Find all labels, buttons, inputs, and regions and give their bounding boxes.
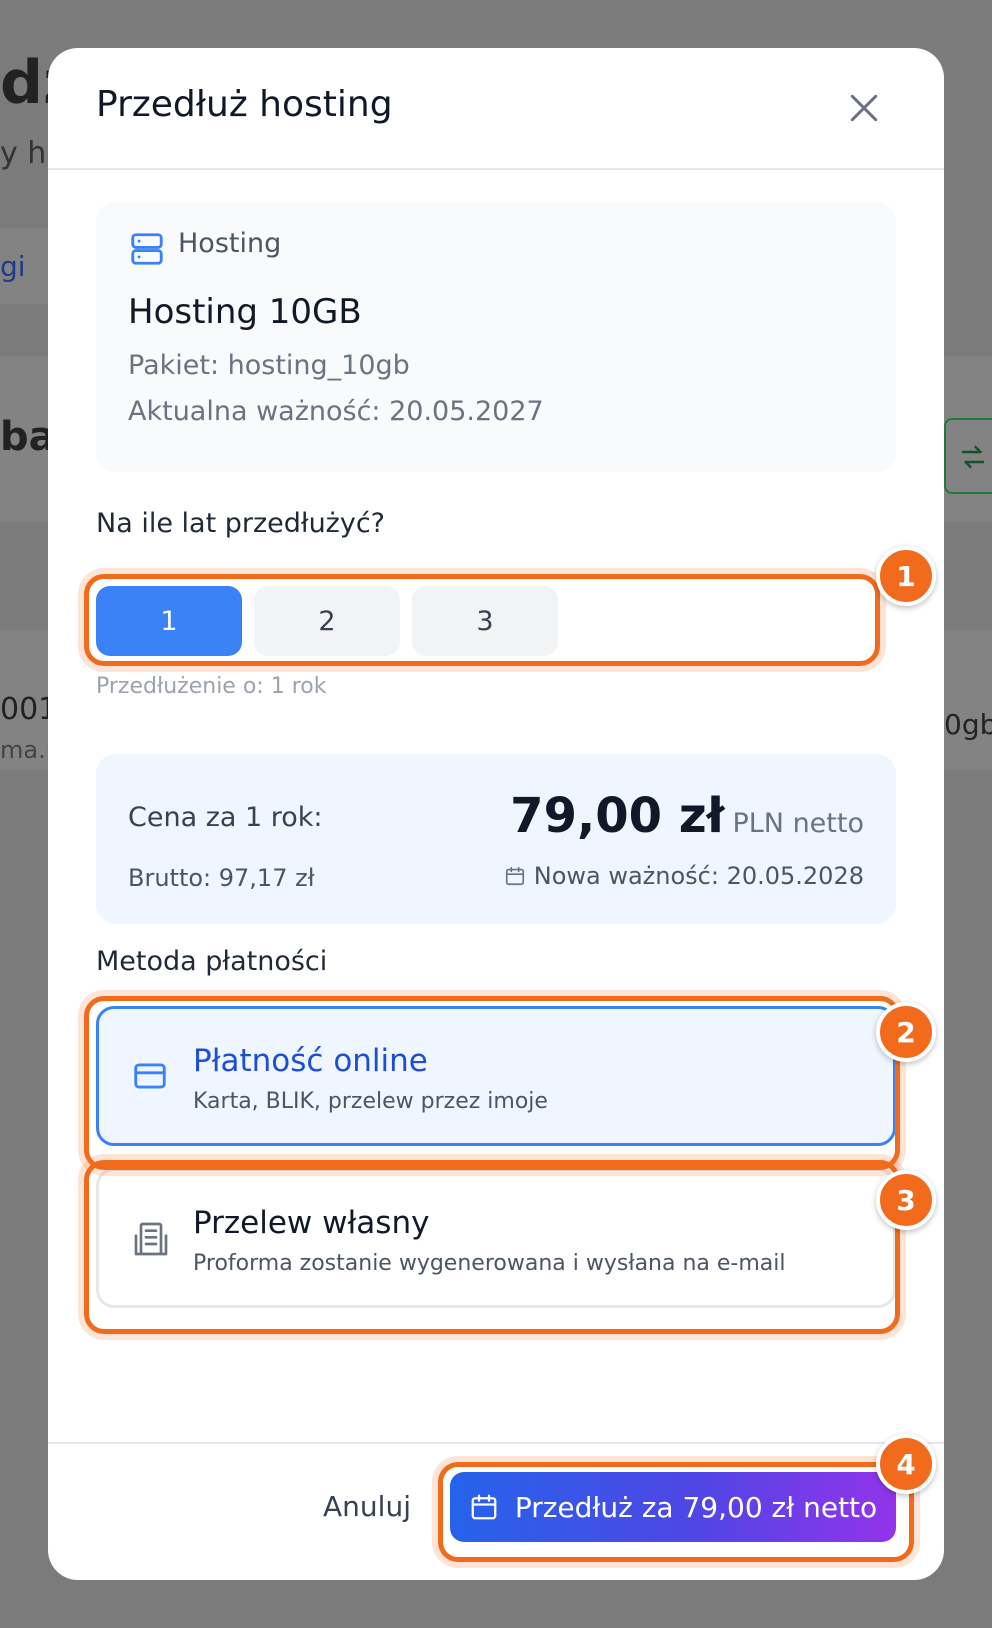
annotation-badge-3: 3 [876, 1170, 936, 1230]
calendar-icon [471, 1494, 497, 1520]
annotation-badge-2: 2 [876, 1002, 936, 1062]
service-type-label: Hosting [178, 228, 282, 259]
renew-submit-label: Przedłuż za 79,00 zł netto [514, 1490, 878, 1524]
background-link-fragment: gi [0, 250, 26, 283]
package-line: Pakiet: hosting_10gb [128, 350, 410, 381]
year-option-3[interactable]: 3 [412, 586, 558, 656]
annotation-badge-4: 4 [876, 1434, 936, 1494]
new-validity: Nowa ważność: 20.05.2028 [504, 862, 864, 890]
price-amount: 79,00 zł [510, 788, 725, 844]
payment-transfer-title: Przelew własny [193, 1205, 430, 1241]
payment-online-option[interactable]: Płatność online Karta, BLIK, przelew prz… [96, 1006, 896, 1146]
payment-transfer-subtitle: Proforma zostanie wygenerowana i wysłana… [193, 1251, 786, 1276]
calendar-icon [505, 866, 524, 886]
payment-online-subtitle: Karta, BLIK, przelew przez imoje [193, 1089, 548, 1114]
price-unit: PLN netto [732, 808, 864, 839]
renew-hosting-modal: Przedłuż hosting Hosting Hosting 10GB Pa… [48, 48, 944, 1580]
modal-header: Przedłuż hosting [48, 48, 944, 170]
renew-submit-button[interactable]: Przedłuż za 79,00 zł netto [450, 1472, 896, 1542]
close-button[interactable] [844, 88, 884, 128]
price-display: 79,00 zł PLN netto [510, 788, 864, 844]
background-text-fragment: 0gb [944, 708, 992, 741]
current-validity-line: Aktualna ważność: 20.05.2027 [128, 396, 544, 427]
service-name: Hosting 10GB [128, 292, 362, 332]
swap-arrows-icon [961, 445, 985, 469]
year-option-2[interactable]: 2 [254, 586, 400, 656]
modal-title: Przedłuż hosting [96, 84, 393, 125]
new-validity-text: Nowa ważność: 20.05.2028 [533, 862, 864, 890]
years-label: Na ile lat przedłużyć? [96, 508, 386, 539]
payment-method-label: Metoda płatności [96, 946, 328, 977]
payment-transfer-option[interactable]: Przelew własny Proforma zostanie wygener… [96, 1168, 896, 1308]
extension-note: Przedłużenie o: 1 rok [96, 674, 327, 699]
close-icon [850, 94, 878, 122]
gross-price: Brutto: 97,17 zł [128, 864, 315, 892]
building-icon [134, 1222, 168, 1256]
credit-card-icon [134, 1063, 166, 1089]
background-panel [944, 630, 992, 770]
background-swap-button [944, 418, 992, 494]
server-icon [131, 233, 163, 265]
annotation-badge-1: 1 [876, 546, 936, 606]
year-option-1[interactable]: 1 [96, 586, 242, 656]
service-info-card: Hosting Hosting 10GB Pakiet: hosting_10g… [96, 202, 896, 472]
payment-online-title: Płatność online [193, 1043, 428, 1079]
footer-divider [48, 1442, 944, 1444]
price-summary-card: Cena za 1 rok: 79,00 zł PLN netto Brutto… [96, 754, 896, 924]
cancel-button[interactable]: Anuluj [312, 1478, 422, 1534]
price-label: Cena za 1 rok: [128, 802, 323, 833]
